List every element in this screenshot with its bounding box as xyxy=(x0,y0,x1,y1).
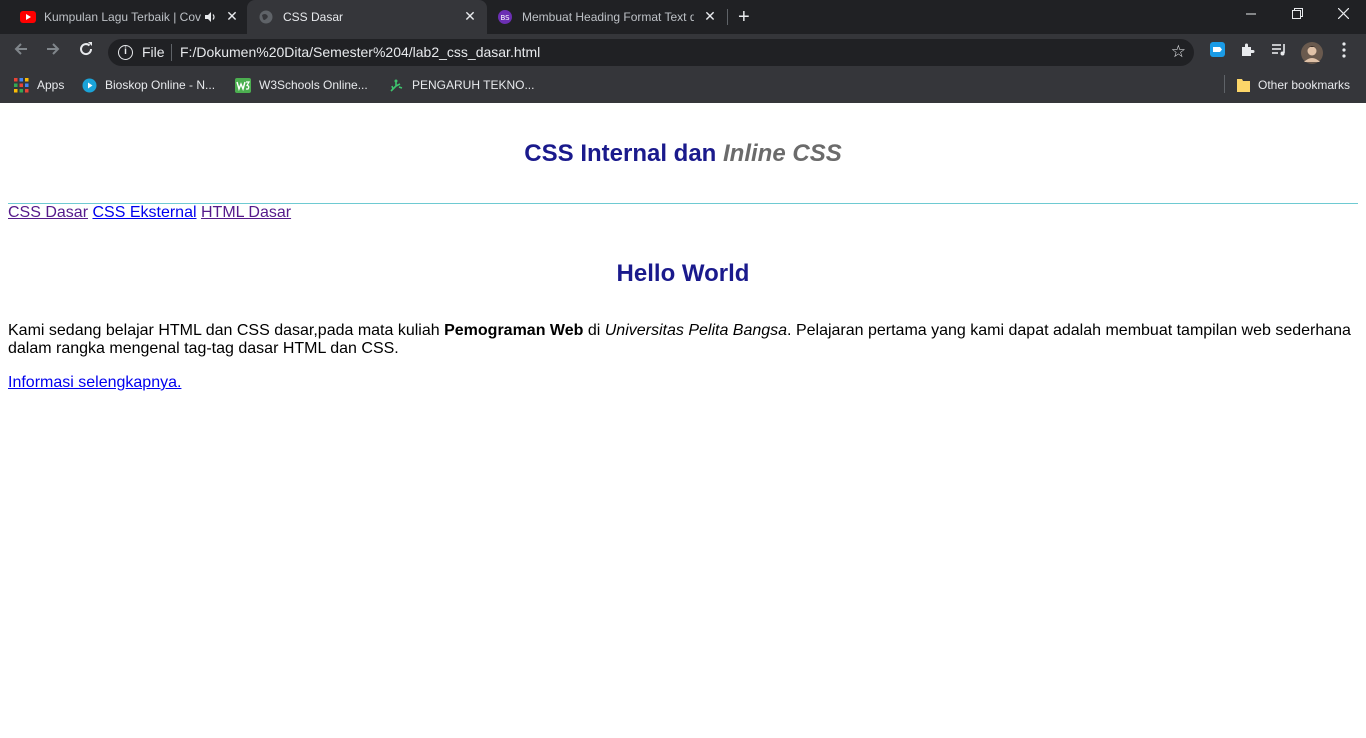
minimize-button[interactable] xyxy=(1228,0,1274,30)
tab-membuat-heading[interactable]: BS Membuat Heading Format Text d ✕ xyxy=(498,0,720,34)
svg-text:BS: BS xyxy=(500,14,510,22)
tab-strip: Kumpulan Lagu Terbaik | Cov ✕ CSS Dasar … xyxy=(0,0,1366,34)
hello-heading: Hello World xyxy=(616,260,750,287)
bookmarks-divider xyxy=(1224,75,1225,93)
menu-button[interactable] xyxy=(1333,42,1355,64)
globe-icon xyxy=(259,10,273,24)
kebab-menu-icon xyxy=(1342,42,1346,58)
heading-inline-text: Inline CSS xyxy=(723,140,842,167)
reload-icon xyxy=(80,42,93,56)
close-icon[interactable]: ✕ xyxy=(702,8,718,24)
paragraph-bold: Pemograman Web xyxy=(444,322,584,339)
back-button[interactable] xyxy=(9,40,33,64)
paragraph-text: di xyxy=(583,322,605,339)
bookmark-pengaruh[interactable]: PENGARUH TEKNO... xyxy=(389,76,534,94)
media-control-button[interactable] xyxy=(1268,42,1290,64)
tab-youtube[interactable]: Kumpulan Lagu Terbaik | Cov ✕ xyxy=(20,0,242,34)
profile-button[interactable] xyxy=(1301,42,1323,64)
w3schools-icon xyxy=(235,77,251,93)
close-icon[interactable]: ✕ xyxy=(462,8,478,24)
tab-title: Kumpulan Lagu Terbaik | Cov xyxy=(44,10,201,24)
bookmark-label: PENGARUH TEKNO... xyxy=(412,78,535,92)
intro-paragraph: Kami sedang belajar HTML dan CSS dasar,p… xyxy=(8,322,1358,358)
forward-button[interactable] xyxy=(41,40,65,64)
new-tab-button[interactable]: + xyxy=(738,0,758,34)
play-icon xyxy=(82,78,97,92)
page-heading: CSS Internal dan Inline CSS xyxy=(0,140,1366,168)
avatar xyxy=(1301,42,1323,64)
tab-divider xyxy=(727,9,728,25)
leaf-icon xyxy=(390,79,403,92)
youtube-icon xyxy=(20,11,36,23)
nav-links: CSS Dasar CSS Eksternal HTML Dasar xyxy=(8,204,291,222)
bookmark-label: W3Schools Online... xyxy=(259,78,368,92)
puzzle-icon xyxy=(1242,43,1255,56)
bookmark-w3schools[interactable]: W3Schools Online... xyxy=(235,76,368,94)
bookmark-label: Apps xyxy=(37,78,65,92)
restore-icon xyxy=(1291,8,1303,19)
scheme-label: File xyxy=(142,44,165,60)
minimize-icon xyxy=(1246,13,1256,15)
tab-title: Membuat Heading Format Text d xyxy=(522,10,694,24)
heading-main-text: CSS Internal dan xyxy=(524,140,717,167)
plus-icon: + xyxy=(738,6,750,28)
omnibox-divider xyxy=(171,44,172,61)
other-bookmarks[interactable]: Other bookmarks xyxy=(1237,76,1350,94)
bookmark-bioskop[interactable]: Bioskop Online - N... xyxy=(82,76,215,94)
reload-button[interactable] xyxy=(74,40,98,64)
arrow-left-icon xyxy=(14,43,27,55)
restore-button[interactable] xyxy=(1274,0,1320,30)
paragraph-italic: Universitas Pelita Bangsa xyxy=(604,322,788,339)
page-content: CSS Internal dan Inline CSS CSS Dasar CS… xyxy=(0,103,1366,738)
extensions-button[interactable] xyxy=(1237,42,1259,64)
folder-icon xyxy=(1237,78,1250,92)
paragraph-text: Kami sedang belajar HTML dan CSS dasar,p… xyxy=(8,322,445,339)
more-info-link[interactable]: Informasi selengkapnya. xyxy=(8,374,181,391)
url-text[interactable]: F:/Dokumen%20Dita/Semester%204/lab2_css_… xyxy=(180,45,540,60)
apps-grid-icon xyxy=(14,77,29,92)
star-icon[interactable]: ☆ xyxy=(1171,42,1186,62)
extension-button[interactable] xyxy=(1206,42,1228,64)
link-html-dasar[interactable]: HTML Dasar xyxy=(201,204,291,221)
tab-css-dasar[interactable]: CSS Dasar ✕ xyxy=(247,0,487,34)
bookmark-label: Bioskop Online - N... xyxy=(105,78,216,92)
bookmark-apps[interactable]: Apps xyxy=(14,76,64,94)
more-info: Informasi selengkapnya. xyxy=(8,374,181,392)
close-icon[interactable]: ✕ xyxy=(224,8,240,24)
speaker-icon[interactable] xyxy=(204,11,216,23)
info-icon[interactable]: i xyxy=(118,45,133,60)
address-bar[interactable]: i File F:/Dokumen%20Dita/Semester%204/la… xyxy=(108,39,1194,66)
link-css-dasar[interactable]: CSS Dasar xyxy=(8,204,88,221)
tab-title: CSS Dasar xyxy=(283,10,344,24)
playlist-icon xyxy=(1272,44,1285,56)
link-css-eksternal[interactable]: CSS Eksternal xyxy=(92,204,196,221)
close-icon xyxy=(1337,7,1349,20)
close-window-button[interactable] xyxy=(1320,0,1366,30)
site-icon: BS xyxy=(498,10,512,24)
bookmark-label: Other bookmarks xyxy=(1258,78,1351,92)
arrow-right-icon xyxy=(47,43,60,55)
extension-app-icon xyxy=(1209,42,1225,57)
